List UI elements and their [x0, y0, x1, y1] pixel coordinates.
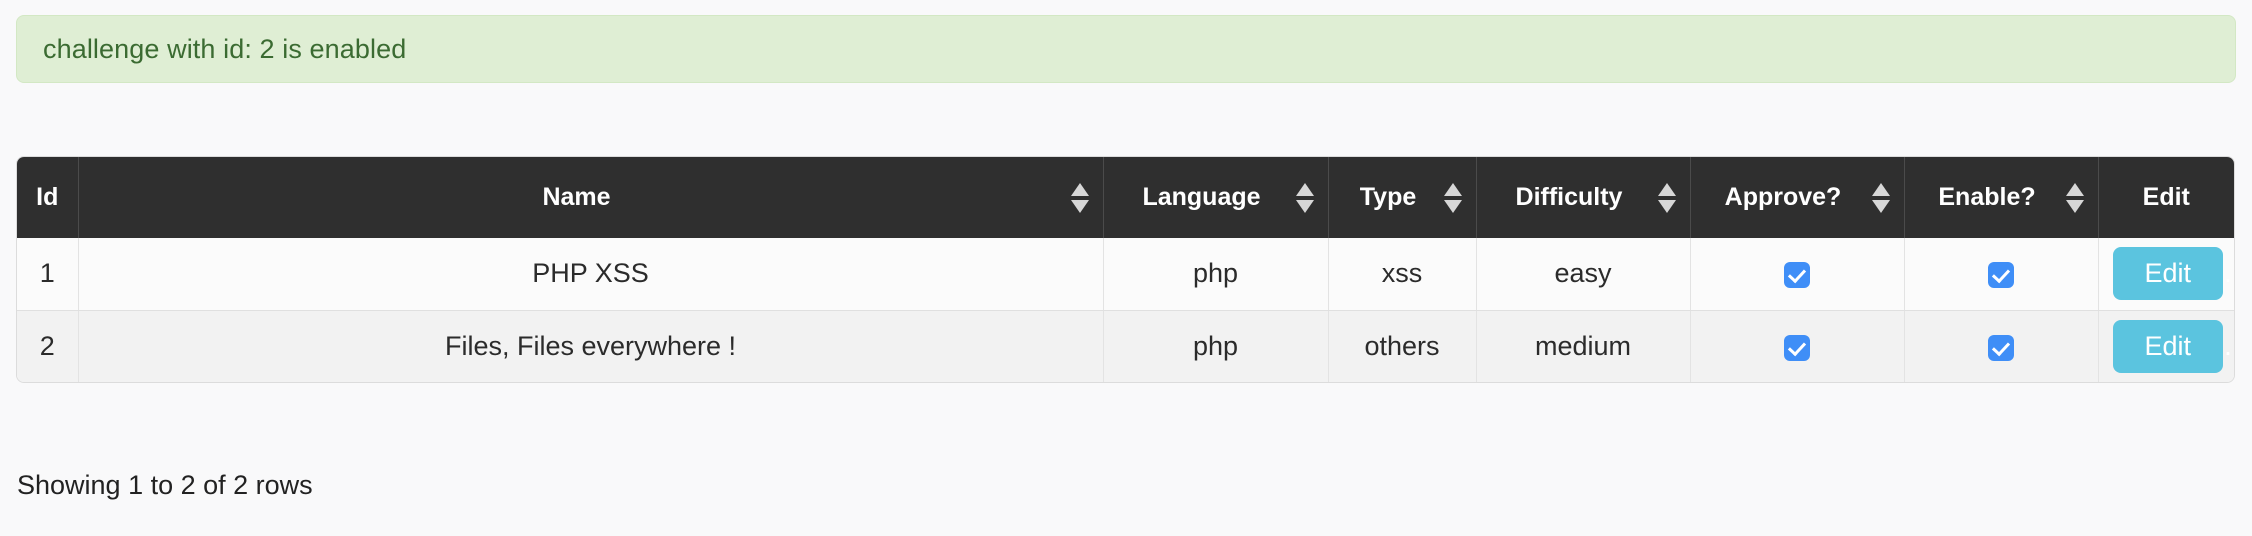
table-body: 1 PHP XSS php xss easy Edit 2 Files, Fil… — [17, 238, 2234, 382]
challenges-table: Id Name Language Type Difficulty Approve… — [17, 157, 2234, 382]
column-header-id[interactable]: Id — [17, 157, 79, 238]
column-header-name[interactable]: Name — [78, 157, 1104, 238]
enable-checkbox[interactable] — [1988, 262, 2014, 289]
table-header: Id Name Language Type Difficulty Approve… — [17, 157, 2234, 238]
sort-both-icon[interactable] — [1443, 179, 1462, 217]
column-label-id: Id — [36, 183, 59, 211]
column-label-edit: Edit — [2142, 183, 2190, 211]
column-label-type: Type — [1359, 183, 1417, 211]
page-root: challenge with id: 2 is enabled Id Name … — [0, 0, 2252, 536]
cell-name: PHP XSS — [78, 238, 1104, 311]
column-label-difficulty: Difficulty — [1515, 183, 1623, 211]
sort-both-icon[interactable] — [1871, 179, 1890, 217]
column-header-language[interactable]: Language — [1103, 157, 1329, 238]
enable-checkbox[interactable] — [1988, 334, 2014, 361]
cell-approve — [1690, 310, 1905, 382]
edit-button[interactable]: Edit — [2112, 319, 2224, 373]
cell-enable — [1904, 310, 2099, 382]
cell-name: Files, Files everywhere ! — [78, 310, 1104, 382]
column-label-approve: Approve? — [1724, 183, 1842, 211]
cell-edit: Edit — [2098, 238, 2234, 311]
table-row: 1 PHP XSS php xss easy Edit — [17, 238, 2234, 311]
sort-both-icon[interactable] — [2065, 179, 2084, 217]
cell-enable — [1904, 238, 2099, 311]
challenges-table-container: Id Name Language Type Difficulty Approve… — [17, 157, 2234, 382]
column-label-language: Language — [1142, 183, 1261, 211]
cell-difficulty: easy — [1476, 238, 1691, 311]
success-alert: challenge with id: 2 is enabled — [16, 15, 2236, 83]
cell-type: others — [1328, 310, 1477, 382]
cell-approve — [1690, 238, 1905, 311]
cell-difficulty: medium — [1476, 310, 1691, 382]
rows-summary: Showing 1 to 2 of 2 rows — [17, 470, 313, 500]
alert-message: challenge with id: 2 is enabled — [43, 33, 407, 64]
column-header-type[interactable]: Type — [1328, 157, 1477, 238]
approve-checkbox[interactable] — [1784, 262, 1810, 289]
table-row: 2 Files, Files everywhere ! php others m… — [17, 310, 2234, 382]
sort-both-icon[interactable] — [1657, 179, 1676, 217]
sort-both-icon[interactable] — [1070, 179, 1089, 217]
column-header-edit: Edit — [2098, 157, 2234, 238]
cell-type: xss — [1328, 238, 1477, 311]
column-label-enable: Enable? — [1938, 183, 2036, 211]
edit-button[interactable]: Edit — [2112, 247, 2224, 301]
approve-checkbox[interactable] — [1784, 334, 1810, 361]
cell-id: 1 — [17, 238, 79, 311]
column-label-name: Name — [542, 183, 611, 211]
column-header-approve[interactable]: Approve? — [1690, 157, 1905, 238]
cell-language: php — [1103, 310, 1329, 382]
column-header-enable[interactable]: Enable? — [1904, 157, 2099, 238]
sort-both-icon[interactable] — [1295, 179, 1314, 217]
cell-id: 2 — [17, 310, 79, 382]
cell-language: php — [1103, 238, 1329, 311]
table-header-row: Id Name Language Type Difficulty Approve… — [17, 157, 2234, 238]
column-header-difficulty[interactable]: Difficulty — [1476, 157, 1691, 238]
cell-edit: Edit — [2098, 310, 2234, 382]
